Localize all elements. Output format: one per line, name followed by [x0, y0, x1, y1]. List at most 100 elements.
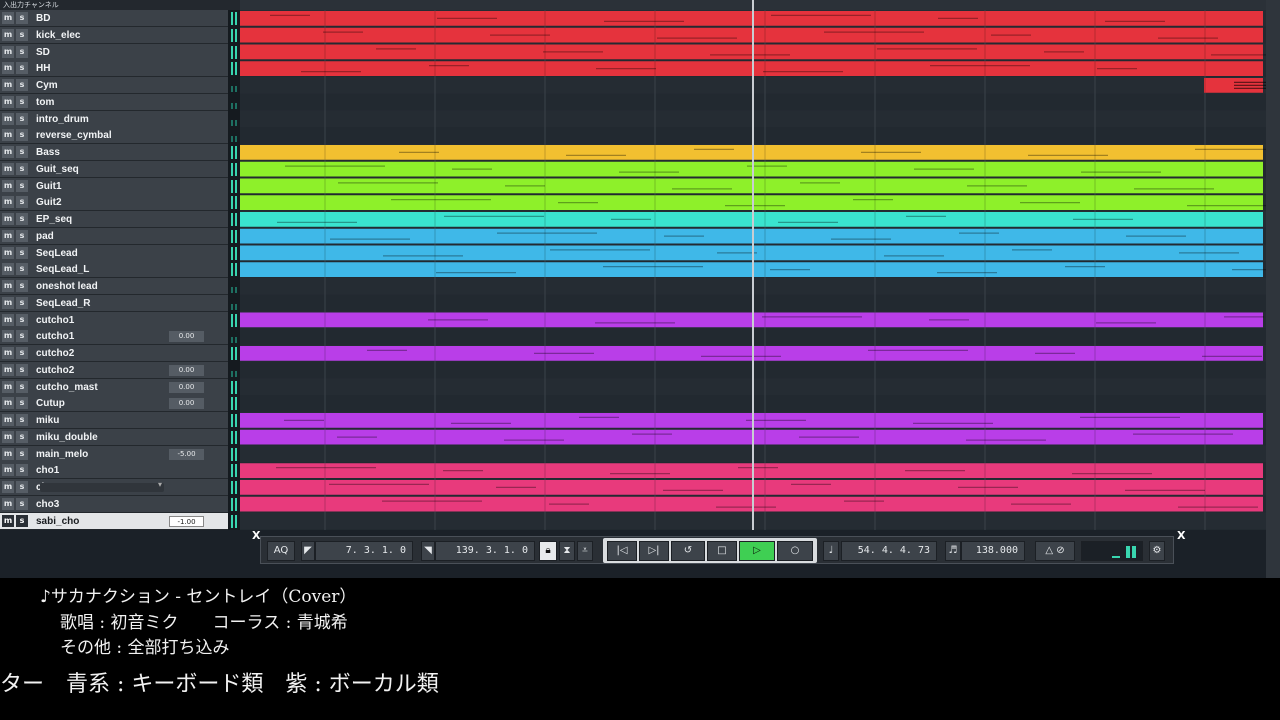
volume-value[interactable]: -5.00 — [169, 449, 204, 460]
solo-button[interactable]: s — [16, 46, 28, 58]
mute-button[interactable]: m — [2, 481, 14, 493]
solo-button[interactable]: s — [16, 347, 28, 359]
track-row[interactable]: m s Cutup 0.00 — [0, 395, 240, 412]
mute-button[interactable]: m — [2, 330, 14, 342]
track-row[interactable]: m s BD — [0, 10, 240, 27]
solo-button[interactable]: s — [16, 464, 28, 476]
mute-button[interactable]: m — [2, 247, 14, 259]
solo-button[interactable]: s — [16, 79, 28, 91]
mute-button[interactable]: m — [2, 414, 14, 426]
track-row[interactable]: m s main_melo -5.00 — [0, 446, 240, 463]
musical-time-icon[interactable]: ♩ — [823, 541, 839, 561]
mute-button[interactable]: m — [2, 297, 14, 309]
volume-value[interactable]: 0.00 — [169, 382, 204, 393]
track-row[interactable]: m s Guit_seq — [0, 161, 240, 178]
track-row[interactable]: m s tom — [0, 94, 240, 111]
track-row[interactable]: m s sabi_cho -1.00 — [0, 513, 240, 530]
solo-button[interactable]: s — [16, 247, 28, 259]
audio-quantize-button[interactable]: AQ — [267, 541, 295, 561]
solo-button[interactable]: s — [16, 397, 28, 409]
solo-button[interactable]: s — [16, 196, 28, 208]
solo-button[interactable]: s — [16, 414, 28, 426]
mute-button[interactable]: m — [2, 29, 14, 41]
track-row[interactable]: m s cutcho_mast 0.00 — [0, 379, 240, 396]
mute-button[interactable]: m — [2, 448, 14, 460]
right-locator-icon[interactable]: ◥ — [421, 541, 435, 561]
mute-button[interactable]: m — [2, 62, 14, 74]
solo-button[interactable]: s — [16, 230, 28, 242]
volume-value[interactable]: 0.00 — [169, 398, 204, 409]
mute-button[interactable]: m — [2, 381, 14, 393]
mute-button[interactable]: m — [2, 46, 14, 58]
arrangement-area[interactable] — [240, 0, 1280, 530]
settings-gear-icon[interactable]: ⚙ — [1149, 541, 1165, 561]
mute-button[interactable]: m — [2, 397, 14, 409]
track-row[interactable]: m s cutcho1 — [0, 312, 240, 329]
solo-button[interactable]: s — [16, 12, 28, 24]
solo-button[interactable]: s — [16, 515, 28, 527]
mute-button[interactable]: m — [2, 431, 14, 443]
solo-button[interactable]: s — [16, 96, 28, 108]
solo-button[interactable]: s — [16, 263, 28, 275]
solo-button[interactable]: s — [16, 431, 28, 443]
cycle-icon[interactable]: ↺ — [671, 541, 705, 561]
mute-button[interactable]: m — [2, 146, 14, 158]
solo-button[interactable]: s — [16, 146, 28, 158]
tempo-track-icon[interactable]: ♬ — [945, 541, 961, 561]
solo-button[interactable]: s — [16, 29, 28, 41]
solo-button[interactable]: s — [16, 498, 28, 510]
left-locator-icon[interactable]: ◤ — [301, 541, 315, 561]
close-icon[interactable]: X — [1177, 529, 1185, 542]
track-row[interactable]: m s EP_seq — [0, 211, 240, 228]
track-row[interactable]: m s kick_elec — [0, 27, 240, 44]
mute-button[interactable]: m — [2, 364, 14, 376]
track-row[interactable]: m s SD — [0, 44, 240, 61]
solo-button[interactable]: s — [16, 330, 28, 342]
volume-value[interactable]: 0.00 — [169, 331, 204, 342]
solo-button[interactable]: s — [16, 129, 28, 141]
mute-button[interactable]: m — [2, 129, 14, 141]
track-row[interactable]: m s oneshot lead — [0, 278, 240, 295]
mute-button[interactable]: m — [2, 113, 14, 125]
mute-button[interactable]: m — [2, 263, 14, 275]
track-row[interactable]: m s SeqLead_L — [0, 261, 240, 278]
solo-button[interactable]: s — [16, 381, 28, 393]
track-row[interactable]: m s miku — [0, 412, 240, 429]
track-row[interactable]: m s cutcho2 — [0, 345, 240, 362]
lock-icon[interactable]: 🔒︎ — [539, 541, 557, 561]
mute-button[interactable]: m — [2, 96, 14, 108]
solo-button[interactable]: s — [16, 113, 28, 125]
solo-button[interactable]: s — [16, 163, 28, 175]
track-row[interactable]: m s Guit2 — [0, 194, 240, 211]
solo-button[interactable]: s — [16, 280, 28, 292]
play-icon[interactable]: ▷ — [739, 541, 775, 561]
solo-button[interactable]: s — [16, 448, 28, 460]
track-row[interactable]: m s intro_drum — [0, 111, 240, 128]
track-row[interactable]: mscho2 — [0, 479, 240, 496]
track-row[interactable]: m s Bass — [0, 144, 240, 161]
punch-out-icon[interactable]: ⩡ — [577, 541, 593, 561]
mute-button[interactable]: m — [2, 498, 14, 510]
record-icon[interactable]: ○ — [777, 541, 813, 561]
mute-button[interactable]: m — [2, 280, 14, 292]
solo-button[interactable]: s — [16, 180, 28, 192]
track-row[interactable]: m s Cym — [0, 77, 240, 94]
track-row[interactable]: m s pad — [0, 228, 240, 245]
solo-button[interactable]: s — [16, 213, 28, 225]
mute-button[interactable]: m — [2, 347, 14, 359]
mute-button[interactable]: m — [2, 213, 14, 225]
track-row[interactable]: m s cutcho1 0.00 — [0, 328, 240, 345]
track-row[interactable]: m s cho1 — [0, 462, 240, 479]
track-row[interactable]: m s SeqLead_R — [0, 295, 240, 312]
mute-button[interactable]: m — [2, 196, 14, 208]
go-to-end-icon[interactable]: ▷| — [639, 541, 669, 561]
left-locator-field[interactable]: 7. 3. 1. 0 — [315, 541, 413, 561]
position-display[interactable]: 54. 4. 4. 73 — [841, 541, 937, 561]
vertical-scrollbar[interactable] — [1266, 0, 1280, 578]
tempo-field[interactable]: 138.000 — [961, 541, 1025, 561]
track-row[interactable]: m s cho3 — [0, 496, 240, 513]
solo-button[interactable]: s — [16, 297, 28, 309]
track-row[interactable]: m s Guit1 — [0, 178, 240, 195]
track-row[interactable]: m s reverse_cymbal — [0, 127, 240, 144]
mute-button[interactable]: m — [2, 79, 14, 91]
